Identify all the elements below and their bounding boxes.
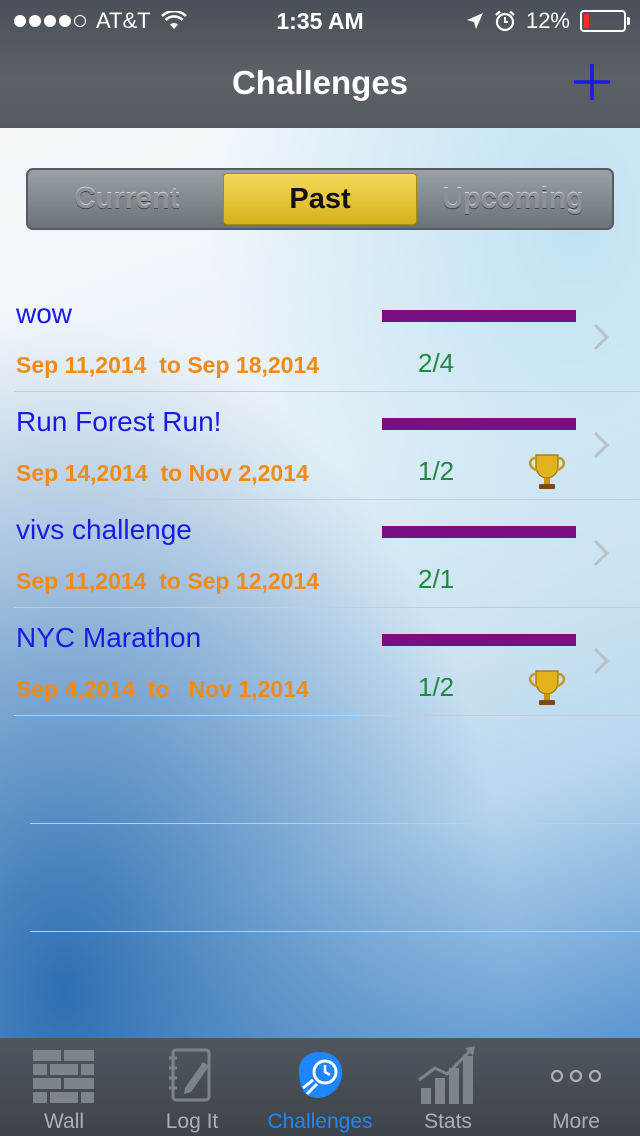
tab-upcoming[interactable]: Upcoming bbox=[417, 173, 609, 225]
plus-icon bbox=[574, 64, 610, 100]
challenge-name: Run Forest Run! bbox=[16, 406, 222, 437]
progress-bar bbox=[382, 310, 576, 322]
challenge-row[interactable]: vivs challenge Sep 11,2014 to Sep 12,201… bbox=[14, 500, 640, 608]
progress-bar bbox=[382, 634, 576, 646]
status-bar: AT&T 1:35 AM 12% bbox=[0, 0, 640, 40]
challenge-row[interactable]: wow Sep 11,2014 to Sep 18,2014 2/4 bbox=[14, 284, 640, 392]
challenge-name: vivs challenge bbox=[16, 514, 192, 545]
challenge-icon bbox=[298, 1051, 343, 1099]
trophy-icon bbox=[528, 670, 566, 705]
tab-past[interactable]: Past bbox=[223, 173, 417, 225]
trophy-icon bbox=[528, 454, 566, 489]
challenge-count: 2/1 bbox=[418, 564, 455, 594]
chevron-right-icon bbox=[593, 539, 610, 567]
chevron-right-icon bbox=[593, 647, 610, 675]
tab-label: Wall bbox=[43, 1110, 85, 1133]
brick-wall-icon bbox=[33, 1050, 94, 1103]
chevron-right-icon bbox=[593, 431, 610, 459]
challenge-count: 1/2 bbox=[418, 456, 455, 486]
battery-percent: 12% bbox=[525, 8, 570, 33]
tab-bar: Wall Log It Challenges Stats More bbox=[0, 1038, 640, 1136]
page-title: Challenges bbox=[231, 64, 409, 101]
empty-row-separator bbox=[30, 823, 640, 824]
tab-log-it[interactable]: Log It bbox=[128, 1038, 256, 1136]
progress-bar bbox=[382, 418, 576, 430]
tab-challenges[interactable]: Challenges bbox=[256, 1038, 384, 1136]
tab-stats[interactable]: Stats bbox=[384, 1038, 512, 1136]
more-dots-icon bbox=[550, 1069, 602, 1083]
challenge-filter-segmented-control: Current Past Upcoming bbox=[26, 168, 614, 230]
bar-chart-icon bbox=[418, 1046, 475, 1104]
challenge-name: wow bbox=[16, 298, 73, 329]
challenge-dates: Sep 11,2014 to Sep 12,2014 bbox=[16, 568, 320, 594]
challenge-count: 2/4 bbox=[418, 348, 455, 378]
tab-label: Log It bbox=[165, 1110, 219, 1133]
add-challenge-button[interactable] bbox=[572, 62, 612, 102]
status-right: 12% bbox=[466, 8, 630, 34]
challenge-dates: Sep 11,2014 to Sep 18,2014 bbox=[16, 352, 320, 378]
alarm-clock-icon bbox=[495, 10, 515, 32]
location-arrow-icon bbox=[466, 13, 483, 29]
notebook-pencil-icon bbox=[169, 1048, 211, 1102]
tab-label: More bbox=[552, 1110, 600, 1133]
tab-label: Challenges bbox=[267, 1110, 373, 1133]
tab-label: Stats bbox=[424, 1110, 472, 1133]
challenge-name: NYC Marathon bbox=[16, 622, 202, 653]
chevron-right-icon bbox=[593, 323, 610, 351]
header: AT&T 1:35 AM 12% Challenges bbox=[0, 0, 640, 128]
tab-current[interactable]: Current bbox=[31, 173, 223, 225]
challenge-row[interactable]: NYC Marathon Sep 4,2014 to Nov 1,2014 1/… bbox=[14, 608, 640, 716]
challenge-dates: Sep 14,2014 to Nov 2,2014 bbox=[16, 460, 309, 486]
challenge-dates: Sep 4,2014 to Nov 1,2014 bbox=[16, 676, 309, 702]
progress-bar bbox=[382, 526, 576, 538]
tab-more[interactable]: More bbox=[512, 1038, 640, 1136]
battery-icon bbox=[580, 10, 630, 32]
challenge-list: wow Sep 11,2014 to Sep 18,2014 2/4 Run F… bbox=[0, 284, 640, 716]
tab-wall[interactable]: Wall bbox=[0, 1038, 128, 1136]
empty-row-separator bbox=[30, 931, 640, 932]
challenge-row[interactable]: Run Forest Run! Sep 14,2014 to Nov 2,201… bbox=[14, 392, 640, 500]
challenge-count: 1/2 bbox=[418, 672, 455, 702]
